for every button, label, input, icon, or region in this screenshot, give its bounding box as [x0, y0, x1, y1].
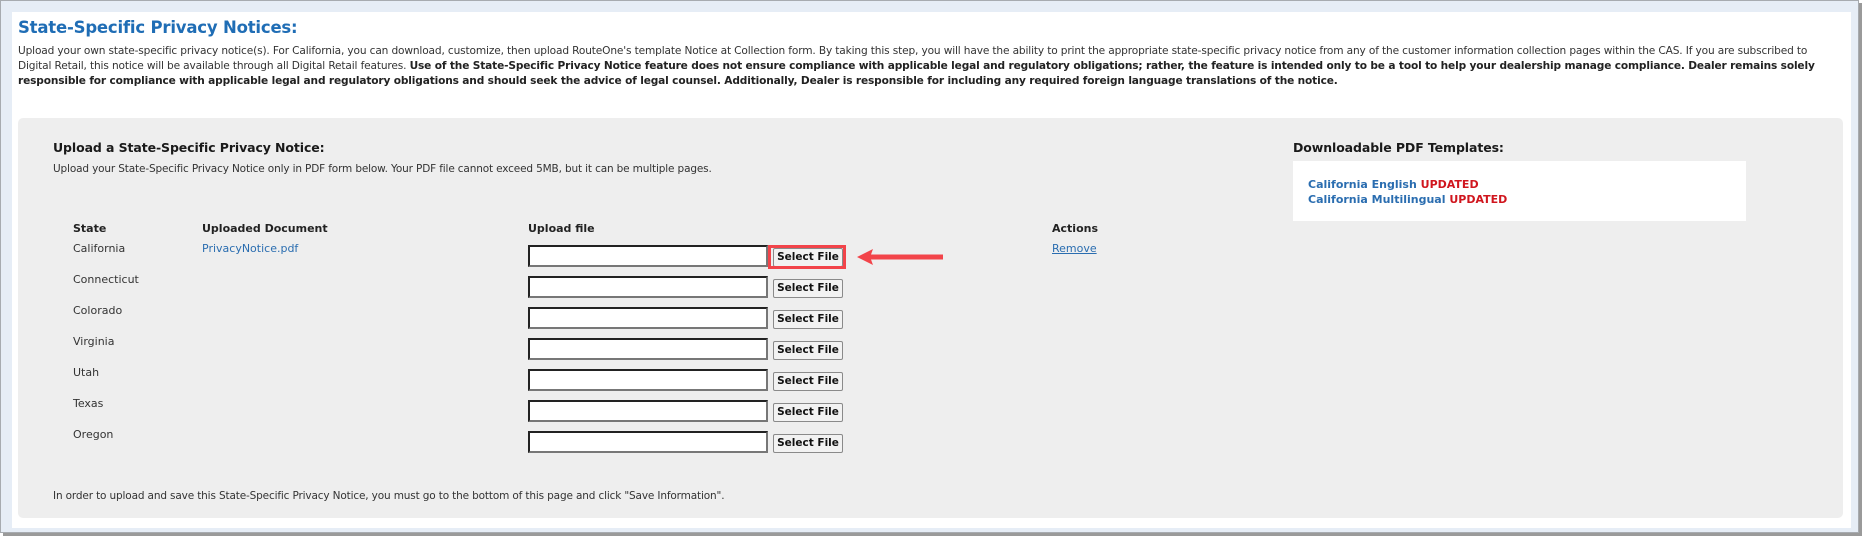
template-link-california-multilingual[interactable]: California Multilingual: [1308, 193, 1446, 206]
upload-file-input[interactable]: [528, 400, 768, 422]
upload-section-title: Upload a State-Specific Privacy Notice:: [53, 140, 325, 155]
template-item: California English UPDATED: [1308, 178, 1479, 191]
select-file-button[interactable]: Select File: [773, 310, 843, 329]
select-file-button[interactable]: Select File: [773, 434, 843, 453]
state-name: Utah: [73, 366, 100, 379]
template-link-california-english[interactable]: California English: [1308, 178, 1417, 191]
left-arrow-icon: [857, 249, 943, 265]
page-title: State-Specific Privacy Notices:: [18, 18, 298, 37]
state-name: Colorado: [73, 304, 123, 317]
upload-file-input[interactable]: [528, 338, 768, 360]
upload-file-input[interactable]: [528, 276, 768, 298]
state-name: California: [73, 242, 126, 255]
updated-badge: UPDATED: [1449, 193, 1508, 206]
intro-text: Upload your own state-specific privacy n…: [18, 44, 1843, 89]
uploaded-document-link[interactable]: PrivacyNotice.pdf: [202, 242, 298, 255]
templates-box: California English UPDATED California Mu…: [1293, 161, 1746, 221]
upload-file-input[interactable]: [528, 307, 768, 329]
upload-file-input[interactable]: [528, 431, 768, 453]
column-header-state: State: [73, 222, 107, 235]
column-header-upload-file: Upload file: [528, 222, 595, 235]
highlight-annotation: [768, 245, 846, 269]
template-item: California Multilingual UPDATED: [1308, 193, 1507, 206]
state-name: Texas: [73, 397, 104, 410]
upload-file-input[interactable]: [528, 245, 768, 267]
column-header-actions: Actions: [1052, 222, 1098, 235]
updated-badge: UPDATED: [1420, 178, 1479, 191]
select-file-button[interactable]: Select File: [773, 403, 843, 422]
select-file-button[interactable]: Select File: [773, 372, 843, 391]
state-name: Virginia: [73, 335, 115, 348]
upload-instructions: Upload your State-Specific Privacy Notic…: [53, 163, 712, 175]
state-name: Connecticut: [73, 273, 139, 286]
remove-link-california[interactable]: Remove: [1052, 242, 1097, 255]
column-header-uploaded-document: Uploaded Document: [202, 222, 328, 235]
templates-title: Downloadable PDF Templates:: [1293, 140, 1504, 155]
upload-file-input[interactable]: [528, 369, 768, 391]
select-file-button[interactable]: Select File: [773, 279, 843, 298]
save-footnote: In order to upload and save this State-S…: [53, 490, 725, 502]
state-name: Oregon: [73, 428, 114, 441]
select-file-button[interactable]: Select File: [773, 341, 843, 360]
